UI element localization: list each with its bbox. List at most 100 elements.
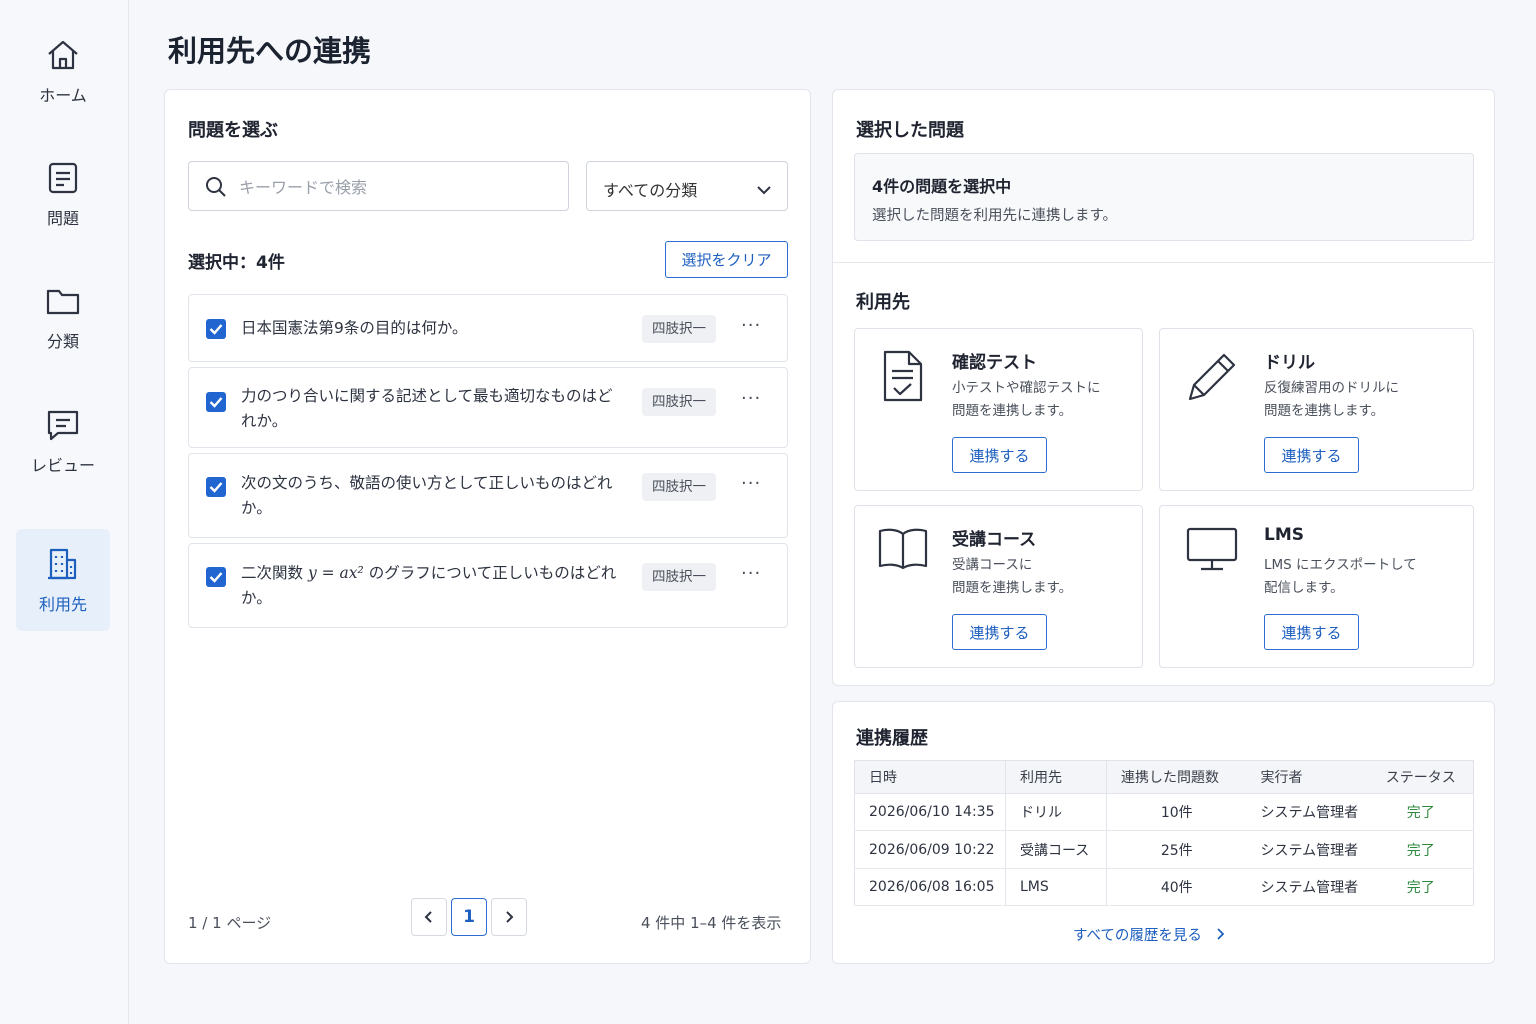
chevron-left-icon (424, 911, 432, 923)
view-all-history-link[interactable]: すべての履歴を見る (1073, 924, 1225, 945)
prev-page-button[interactable] (411, 898, 447, 936)
chevron-right-icon (506, 911, 514, 923)
more-options-icon[interactable]: ··· (741, 388, 761, 409)
next-page-button[interactable] (491, 898, 527, 936)
cell-datetime: 2026/06/08 16:05 (854, 868, 1006, 907)
target-card-test: 確認テスト 小テストや確認テストに 問題を連携します。 連携する (854, 328, 1143, 491)
page-title: 利用先への連携 (168, 34, 372, 68)
home-icon (44, 36, 82, 74)
page-info: 1 / 1 ページ (188, 914, 272, 932)
selection-summary: 4件の問題を選択中 選択した問題を利用先に連携します。 (854, 153, 1474, 241)
cell-datetime: 2026/06/10 14:35 (854, 793, 1006, 832)
history-table: 日時 利用先 連携した問題数 実行者 ステータス 2026/06/10 14:3… (854, 760, 1474, 907)
question-item[interactable]: 力のつり合いに関する記述として最も適切なものはどれか。 四肢択一 ··· (188, 367, 788, 448)
target-description: LMS にエクスポートして 配信します。 (1264, 554, 1464, 600)
summary-description: 選択した問題を利用先に連携します。 (872, 208, 1118, 224)
chevron-right-icon (1216, 928, 1224, 940)
building-icon (44, 545, 82, 583)
category-select-value: すべての分類 (603, 181, 698, 200)
target-description-line: 受講コースに (952, 557, 1033, 573)
table-row: 2026/06/10 14:35 ドリル 10件 システム管理者 完了 (854, 793, 1474, 832)
column-header: 日時 (854, 760, 1006, 795)
question-text: 二次関数 y = ax² のグラフについて正しいものはどれか。 (241, 561, 626, 611)
category-select[interactable]: すべての分類 (586, 161, 788, 211)
question-text: 力のつり合いに関する記述として最も適切なものはどれか。 (241, 387, 613, 430)
link-button-lms[interactable]: 連携する (1264, 614, 1359, 650)
more-options-icon[interactable]: ··· (741, 563, 761, 584)
sidebar-item-label: ホーム (39, 86, 87, 105)
sidebar-item-targets[interactable]: 利用先 (16, 529, 110, 631)
selected-targets-panel: 選択した問題 4件の問題を選択中 選択した問題を利用先に連携します。 利用先 確… (832, 89, 1495, 686)
table-header-row: 日時 利用先 連携した問題数 実行者 ステータス (854, 760, 1474, 795)
divider (833, 262, 1495, 263)
sidebar-item-label: レビュー (30, 456, 95, 475)
cell-user: システム管理者 (1246, 868, 1369, 907)
search-input-box[interactable] (188, 161, 569, 211)
sidebar-item-label: 利用先 (38, 595, 87, 614)
sidebar-item-categories[interactable]: 分類 (16, 266, 110, 368)
target-description: 反復練習用のドリルに 問題を連携します。 (1264, 377, 1464, 423)
checkbox[interactable] (206, 477, 226, 497)
targets-title: 利用先 (856, 292, 910, 313)
more-options-icon[interactable]: ··· (741, 473, 761, 494)
question-item[interactable]: 二次関数 y = ax² のグラフについて正しいものはどれか。 四肢択一 ··· (188, 543, 788, 628)
selected-count: 選択中：4件 (188, 253, 285, 273)
pencil-icon (1186, 349, 1240, 407)
history-panel: 連携履歴 日時 利用先 連携した問題数 実行者 ステータス 2026/06/10… (832, 701, 1495, 964)
sidebar-item-home[interactable]: ホーム (16, 20, 110, 122)
search-icon (205, 176, 227, 202)
sidebar-item-review[interactable]: レビュー (16, 390, 110, 492)
view-all-history-label: すべての履歴を見る (1073, 928, 1202, 944)
sidebar: ホーム 問題 分類 レビュー 利用先 (0, 0, 129, 1024)
column-header: 実行者 (1246, 760, 1369, 795)
link-button-test[interactable]: 連携する (952, 437, 1047, 473)
table-row: 2026/06/09 10:22 受講コース 25件 システム管理者 完了 (854, 830, 1474, 869)
panel-title: 選択した問題 (856, 120, 964, 141)
cell-target: LMS (1005, 868, 1107, 907)
status-badge: 完了 (1368, 793, 1474, 832)
chat-icon (44, 406, 82, 444)
checkbox[interactable] (206, 319, 226, 339)
checkbox[interactable] (206, 392, 226, 412)
question-item[interactable]: 次の文のうち、敬語の使い方として正しいものはどれか。 四肢択一 ··· (188, 453, 788, 538)
link-button-course[interactable]: 連携する (952, 614, 1047, 650)
status-badge: 完了 (1368, 868, 1474, 907)
cell-count: 10件 (1106, 793, 1247, 832)
chevron-down-icon (757, 180, 771, 199)
target-description-line: 配信します。 (1264, 580, 1344, 596)
cell-datetime: 2026/06/09 10:22 (854, 830, 1006, 869)
target-card-lms: LMS LMS にエクスポートして 配信します。 連携する (1159, 505, 1474, 668)
question-text: 日本国憲法第9条の目的は何か。 (241, 319, 468, 337)
document-icon (44, 159, 82, 197)
panel-title: 問題を選ぶ (188, 120, 278, 141)
question-item[interactable]: 日本国憲法第9条の目的は何か。 四肢択一 ··· (188, 294, 788, 362)
target-description-line: LMS にエクスポートして (1264, 557, 1417, 573)
folder-icon (44, 282, 82, 320)
search-input[interactable] (239, 172, 559, 202)
more-options-icon[interactable]: ··· (741, 315, 761, 336)
page-button-current[interactable]: 1 (451, 898, 487, 936)
question-text: 次の文のうち、敬語の使い方として正しいものはどれか。 (241, 474, 613, 517)
target-description-line: 反復練習用のドリルに (1264, 380, 1399, 396)
cell-target: ドリル (1005, 793, 1107, 832)
target-title: 確認テスト (952, 353, 1037, 373)
math-formula: y = ax² (307, 564, 364, 582)
range-info: 4 件中 1–4 件を表示 (641, 914, 782, 932)
sidebar-item-label: 問題 (46, 209, 79, 228)
table-row: 2026/06/08 16:05 LMS 40件 システム管理者 完了 (854, 868, 1474, 907)
target-description-line: 問題を連携します。 (952, 403, 1073, 419)
target-description-line: 問題を連携します。 (952, 580, 1073, 596)
target-description: 小テストや確認テストに 問題を連携します。 (952, 377, 1152, 423)
target-card-course: 受講コース 受講コースに 問題を連携します。 連携する (854, 505, 1143, 668)
cell-user: システム管理者 (1246, 830, 1369, 869)
target-title: ドリル (1264, 353, 1315, 373)
clear-selection-button[interactable]: 選択をクリア (665, 241, 788, 278)
question-type-badge: 四肢択一 (642, 315, 716, 343)
link-button-drill[interactable]: 連携する (1264, 437, 1359, 473)
monitor-icon (1186, 526, 1238, 576)
book-icon (877, 526, 929, 574)
question-select-panel: 問題を選ぶ すべての分類 選択中：4件 選択をクリア 日本国憲法第9条の目的は何… (164, 89, 811, 964)
sidebar-item-questions[interactable]: 問題 (16, 143, 110, 245)
column-header: 連携した問題数 (1106, 760, 1247, 795)
checkbox[interactable] (206, 567, 226, 587)
